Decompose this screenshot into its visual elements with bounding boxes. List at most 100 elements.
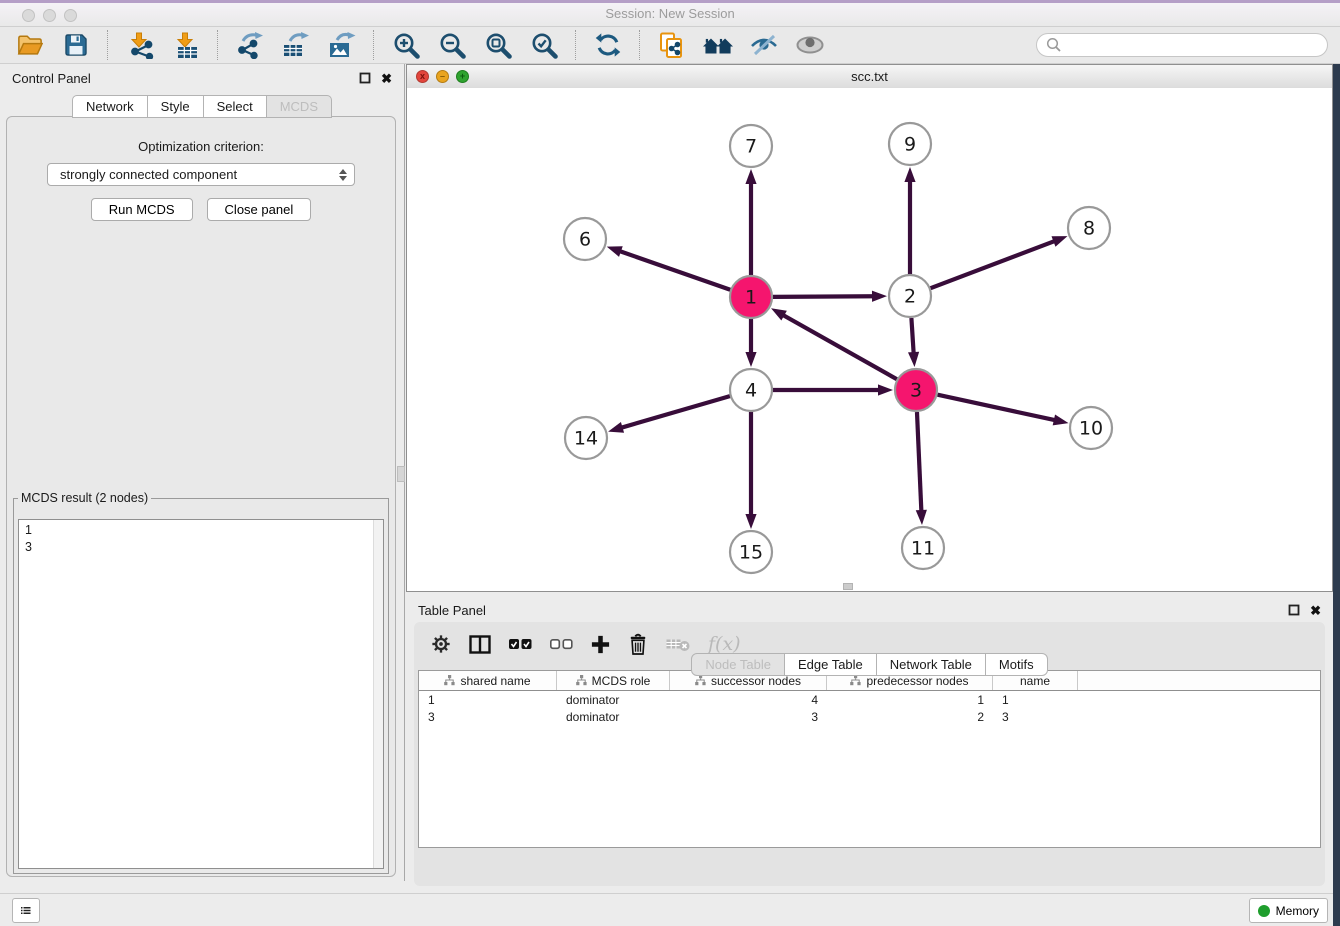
tab-mcds[interactable]: MCDS (266, 95, 332, 118)
net-minimize-button[interactable]: – (436, 70, 449, 83)
window-zoom-button[interactable] (64, 9, 77, 22)
import-network-button[interactable] (120, 29, 160, 61)
graph-node-8[interactable]: 8 (1068, 207, 1110, 249)
table-settings-button[interactable] (431, 634, 451, 654)
graph-node-2[interactable]: 2 (889, 275, 931, 317)
graph-edge-4-14[interactable] (608, 396, 730, 433)
canvas-scroll-thumb[interactable] (843, 583, 853, 590)
table-panel-title: Table Panel (418, 603, 486, 618)
table-tabs: Node TableEdge TableNetwork TableMotifs (414, 653, 1325, 878)
show-column-pane-button[interactable] (469, 635, 491, 654)
tab-node-table[interactable]: Node Table (691, 653, 785, 676)
graph-edge-2-9[interactable] (904, 167, 915, 274)
window-title: Session: New Session (0, 0, 1340, 27)
tab-style[interactable]: Style (147, 95, 204, 118)
import-table-button[interactable] (166, 29, 206, 61)
tab-network-table[interactable]: Network Table (876, 653, 986, 676)
panel-splitter-handle[interactable] (397, 466, 405, 482)
graph-edge-2-8[interactable] (931, 236, 1068, 288)
graph-node-4[interactable]: 4 (730, 369, 772, 411)
export-table-button[interactable] (276, 29, 316, 61)
graph-edge-4-3[interactable] (773, 384, 893, 395)
export-image-button[interactable] (322, 29, 362, 61)
search-input[interactable] (1067, 37, 1318, 53)
refresh-layout-button[interactable] (588, 29, 628, 61)
hide-selected-button[interactable] (744, 29, 784, 61)
run-mcds-button[interactable]: Run MCDS (91, 198, 193, 221)
graph-node-6[interactable]: 6 (564, 218, 606, 260)
zoom-out-icon (439, 32, 466, 59)
delete-table-button[interactable] (666, 637, 690, 652)
tab-network[interactable]: Network (72, 95, 148, 118)
graph-node-9[interactable]: 9 (889, 123, 931, 165)
export-network-icon (237, 32, 264, 59)
graph-edge-2-3[interactable] (908, 318, 919, 367)
graph-node-15[interactable]: 15 (730, 531, 772, 573)
graph-node-10[interactable]: 10 (1070, 407, 1112, 449)
create-column-button[interactable] (591, 635, 610, 654)
close-icon[interactable]: ✖ (1310, 604, 1321, 617)
home-button[interactable] (698, 29, 738, 61)
unselect-all-columns-button[interactable] (550, 639, 573, 650)
graph-node-7[interactable]: 7 (730, 125, 772, 167)
float-window-icon[interactable] (1288, 604, 1300, 616)
network-canvas[interactable]: 1 2 3 4 6 7 8 9 10 11 14 15 (407, 88, 1332, 591)
graph-node-1[interactable]: 1 (730, 276, 772, 318)
net-close-button[interactable]: x (416, 70, 429, 83)
export-image-icon (328, 32, 356, 59)
graph-edge-1-2[interactable] (773, 291, 887, 302)
task-history-button[interactable] (12, 898, 40, 923)
float-window-icon[interactable] (359, 72, 371, 84)
toolbar-separator (107, 30, 109, 60)
network-window-titlebar[interactable]: x – + scc.txt (407, 65, 1332, 89)
graph-node-14[interactable]: 14 (565, 417, 607, 459)
select-all-columns-button[interactable] (509, 639, 532, 650)
zoom-in-icon (393, 32, 420, 59)
net-maximize-button[interactable]: + (456, 70, 469, 83)
toolbar-separator (217, 30, 219, 60)
main-toolbar (0, 27, 1340, 64)
mcds-result-text: 1 3 (19, 520, 373, 868)
tab-motifs[interactable]: Motifs (985, 653, 1048, 676)
function-builder-button[interactable]: f(x) (708, 633, 741, 655)
network-window-title: scc.txt (407, 69, 1332, 84)
column-pane-icon (469, 635, 491, 654)
memory-button[interactable]: Memory (1249, 898, 1328, 923)
close-icon[interactable]: ✖ (381, 72, 392, 85)
zoom-in-button[interactable] (386, 29, 426, 61)
refresh-icon (595, 32, 621, 58)
zoom-out-button[interactable] (432, 29, 472, 61)
graph-edge-1-7[interactable] (745, 169, 756, 275)
export-table-icon (282, 32, 310, 59)
export-network-button[interactable] (230, 29, 270, 61)
graph-edge-1-6[interactable] (607, 246, 731, 289)
open-file-button[interactable] (10, 29, 50, 61)
tab-select[interactable]: Select (203, 95, 267, 118)
optimization-dropdown[interactable]: strongly connected component (47, 163, 355, 186)
window-minimize-button[interactable] (43, 9, 56, 22)
graph-edge-3-10[interactable] (937, 395, 1068, 426)
search-box[interactable] (1036, 33, 1328, 57)
list-icon (21, 903, 31, 918)
graph-edge-3-1[interactable] (771, 308, 897, 379)
graph-node-3[interactable]: 3 (895, 369, 937, 411)
import-table-icon (173, 32, 200, 59)
graph-edge-3-11[interactable] (916, 412, 927, 525)
close-panel-button[interactable]: Close panel (207, 198, 312, 221)
status-bar: Memory (0, 893, 1340, 926)
zoom-selected-button[interactable] (524, 29, 564, 61)
save-session-button[interactable] (56, 29, 96, 61)
dropdown-stepper-icon (339, 169, 347, 181)
graph-edge-4-15[interactable] (745, 412, 756, 529)
zoom-fit-button[interactable] (478, 29, 518, 61)
result-scrollbar[interactable] (373, 520, 383, 868)
tab-edge-table[interactable]: Edge Table (784, 653, 877, 676)
copy-share-button[interactable] (652, 29, 692, 61)
zoom-selected-icon (531, 32, 558, 59)
window-titlebar: Session: New Session (0, 0, 1340, 27)
window-close-button[interactable] (22, 9, 35, 22)
graph-node-11[interactable]: 11 (902, 527, 944, 569)
delete-column-button[interactable] (628, 633, 648, 655)
show-all-button[interactable] (790, 29, 830, 61)
graph-edge-1-4[interactable] (745, 319, 756, 367)
